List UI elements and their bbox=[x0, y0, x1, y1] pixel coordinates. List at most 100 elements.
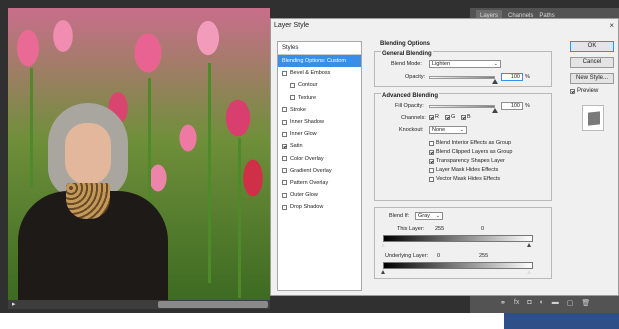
cancel-button[interactable]: Cancel bbox=[570, 57, 614, 68]
style-checkbox[interactable] bbox=[290, 95, 295, 101]
channel-g-checkbox[interactable] bbox=[445, 114, 450, 120]
general-blending-group: General Blending Blend Mode: Lighten ⌄ O… bbox=[374, 51, 552, 87]
channel-r-checkbox[interactable] bbox=[429, 114, 434, 120]
style-item-texture[interactable]: Texture bbox=[278, 92, 361, 104]
tulip-stem bbox=[238, 138, 241, 298]
style-item-outer-glow[interactable]: Outer Glow bbox=[278, 189, 361, 201]
fill-opacity-percent: % bbox=[525, 103, 530, 109]
option-label: Blend Clipped Layers as Group bbox=[436, 149, 513, 155]
knockout-select[interactable]: None ⌄ bbox=[429, 126, 467, 134]
fill-opacity-slider-thumb[interactable] bbox=[492, 108, 498, 113]
styles-header[interactable]: Styles bbox=[278, 42, 361, 55]
style-checkbox[interactable] bbox=[290, 82, 295, 88]
layer-style-dialog: Layer Style × Styles Blending Options: C… bbox=[270, 18, 619, 296]
style-item-bevel-emboss[interactable]: Bevel & Emboss bbox=[278, 67, 361, 79]
play-icon[interactable]: ▸ bbox=[12, 300, 16, 308]
style-item-stroke[interactable]: Stroke bbox=[278, 104, 361, 116]
close-icon[interactable]: × bbox=[609, 21, 614, 30]
option-checkbox[interactable] bbox=[429, 149, 434, 155]
style-checkbox[interactable] bbox=[282, 107, 287, 113]
dialog-title: Layer Style bbox=[274, 22, 310, 29]
this-layer-right-slider[interactable] bbox=[527, 243, 531, 247]
channel-g-label: G bbox=[451, 114, 456, 120]
option-blend-clipped-layers-as-group[interactable]: Blend Clipped Layers as Group bbox=[429, 149, 512, 155]
style-item-label: Outer Glow bbox=[290, 192, 318, 199]
style-item-inner-shadow[interactable]: Inner Shadow bbox=[278, 116, 361, 128]
style-item-pattern-overlay[interactable]: Pattern Overlay bbox=[278, 177, 361, 189]
style-item-gradient-overlay[interactable]: Gradient Overlay bbox=[278, 165, 361, 177]
blend-mode-select[interactable]: Lighten ⌄ bbox=[429, 60, 501, 68]
preview-label: Preview bbox=[577, 88, 599, 94]
style-checkbox[interactable] bbox=[282, 143, 287, 149]
layers-panel-toolbar: ⚭ fx ◘ ◐ ▬ ▢ 🗑 bbox=[500, 299, 590, 307]
style-checkbox[interactable] bbox=[282, 192, 287, 198]
underlying-layer-left-slider[interactable] bbox=[381, 270, 385, 274]
this-layer-left-slider[interactable] bbox=[381, 243, 385, 247]
channel-r-label: R bbox=[435, 114, 439, 120]
style-item-color-overlay[interactable]: Color Overlay bbox=[278, 153, 361, 165]
opacity-slider[interactable] bbox=[429, 76, 495, 79]
taskbar-area-blue bbox=[504, 313, 619, 329]
new-layer-icon[interactable]: ▢ bbox=[567, 299, 574, 307]
style-item-label: Bevel & Emboss bbox=[290, 70, 331, 77]
channel-b[interactable]: B bbox=[461, 114, 471, 120]
preview-checkbox[interactable] bbox=[570, 88, 575, 94]
option-layer-mask-hides-effects[interactable]: Layer Mask Hides Effects bbox=[429, 167, 498, 173]
channel-b-checkbox[interactable] bbox=[461, 114, 466, 120]
adjustment-icon[interactable]: ◐ bbox=[540, 299, 544, 307]
blend-mode-value: Lighten bbox=[432, 61, 451, 67]
fill-opacity-slider[interactable] bbox=[429, 105, 495, 108]
option-vector-mask-hides-effects[interactable]: Vector Mask Hides Effects bbox=[429, 176, 500, 182]
new-style-button[interactable]: New Style... bbox=[570, 73, 614, 84]
fill-opacity-input[interactable]: 100 bbox=[501, 102, 523, 110]
style-checkbox[interactable] bbox=[282, 156, 287, 162]
style-item-label: Pattern Overlay bbox=[290, 179, 329, 186]
this-layer-gradient bbox=[383, 235, 533, 242]
preview-toggle[interactable]: Preview bbox=[570, 88, 598, 94]
option-label: Blend Interior Effects as Group bbox=[436, 140, 512, 146]
blend-if-select[interactable]: Gray ⌄ bbox=[415, 212, 443, 220]
dialog-title-bar[interactable]: Layer Style × bbox=[271, 19, 618, 33]
link-icon[interactable]: ⚭ bbox=[500, 299, 506, 307]
style-item-label: Color Overlay bbox=[290, 155, 324, 162]
option-checkbox[interactable] bbox=[429, 140, 434, 146]
ok-button[interactable]: OK bbox=[570, 41, 614, 52]
option-transparency-shapes-layer[interactable]: Transparency Shapes Layer bbox=[429, 158, 505, 164]
style-checkbox[interactable] bbox=[282, 180, 287, 186]
option-checkbox[interactable] bbox=[429, 158, 434, 164]
general-blending-title: General Blending bbox=[381, 51, 433, 57]
fx-icon[interactable]: fx bbox=[514, 299, 519, 307]
style-item-label: Texture bbox=[298, 94, 317, 101]
group-icon[interactable]: ▬ bbox=[552, 299, 559, 307]
style-item-contour[interactable]: Contour bbox=[278, 79, 361, 91]
style-item-drop-shadow[interactable]: Drop Shadow bbox=[278, 201, 361, 213]
style-checkbox[interactable] bbox=[282, 168, 287, 174]
underlying-layer-right-slider[interactable] bbox=[527, 270, 531, 274]
channel-g[interactable]: G bbox=[445, 114, 455, 120]
opacity-slider-thumb[interactable] bbox=[492, 79, 498, 84]
option-blend-interior-effects-as-group[interactable]: Blend Interior Effects as Group bbox=[429, 140, 511, 146]
style-checkbox[interactable] bbox=[282, 204, 287, 210]
mask-icon[interactable]: ◘ bbox=[527, 299, 531, 307]
style-checkbox[interactable] bbox=[282, 119, 287, 125]
opacity-input[interactable]: 100 bbox=[501, 73, 523, 81]
style-checkbox[interactable] bbox=[282, 70, 287, 76]
style-item-label: Inner Shadow bbox=[290, 118, 324, 125]
horizontal-scrollbar[interactable] bbox=[158, 301, 268, 308]
style-item-inner-glow[interactable]: Inner Glow bbox=[278, 128, 361, 140]
underlying-layer-max: 255 bbox=[479, 253, 489, 259]
style-item-blending-options-custom[interactable]: Blending Options: Custom bbox=[278, 55, 361, 68]
document-canvas[interactable] bbox=[8, 8, 270, 300]
option-label: Layer Mask Hides Effects bbox=[436, 167, 499, 173]
channels-label: Channels: bbox=[401, 115, 426, 121]
option-checkbox[interactable] bbox=[429, 167, 434, 173]
style-item-satin[interactable]: Satin bbox=[278, 140, 361, 152]
style-checkbox[interactable] bbox=[282, 131, 287, 137]
trash-icon[interactable]: 🗑 bbox=[581, 299, 590, 307]
knockout-value: None bbox=[432, 127, 446, 133]
style-item-label: Drop Shadow bbox=[290, 204, 324, 211]
channel-r[interactable]: R bbox=[429, 114, 439, 120]
style-item-label: Blending Options: Custom bbox=[282, 58, 346, 64]
style-preview-shape bbox=[588, 111, 600, 126]
option-checkbox[interactable] bbox=[429, 176, 434, 182]
